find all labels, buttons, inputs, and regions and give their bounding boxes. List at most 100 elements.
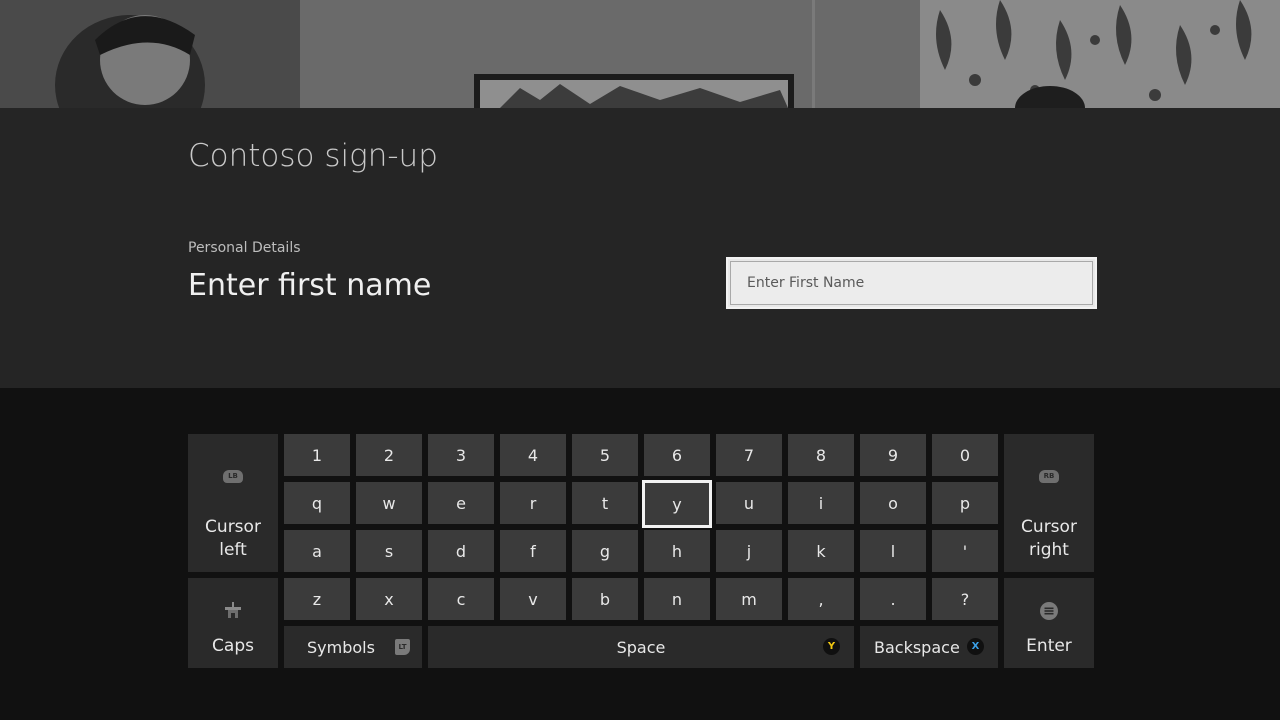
key-label: 6	[671, 445, 683, 465]
caps-arrow-icon	[188, 602, 278, 620]
symbols-key[interactable]: Symbols LT	[284, 626, 422, 668]
cursor-right-label-line1: Cursor	[1021, 517, 1077, 537]
key-label: '	[962, 541, 968, 561]
key-2-9[interactable]: o	[860, 482, 926, 524]
key-3-9[interactable]: l	[860, 530, 926, 572]
enter-key[interactable]: Enter	[1004, 578, 1094, 668]
enter-label: Enter	[1026, 636, 1072, 656]
lt-trigger-icon: LT	[395, 639, 410, 655]
backspace-key[interactable]: Backspace X	[860, 626, 998, 668]
key-2-8[interactable]: i	[788, 482, 854, 524]
key-label: 1	[311, 445, 323, 465]
key-label: i	[818, 493, 824, 513]
key-2-7[interactable]: u	[716, 482, 782, 524]
lb-bumper-icon: LB	[223, 469, 243, 483]
key-4-10[interactable]: ?	[932, 578, 998, 620]
key-label: v	[528, 589, 538, 609]
key-1-6[interactable]: 6	[644, 434, 710, 476]
key-label: l	[890, 541, 896, 561]
key-label: d	[455, 541, 467, 561]
key-4-4[interactable]: v	[500, 578, 566, 620]
cursor-left-label-line2: left	[219, 540, 247, 560]
first-name-input[interactable]	[730, 261, 1093, 305]
key-1-10[interactable]: 0	[932, 434, 998, 476]
key-1-2[interactable]: 2	[356, 434, 422, 476]
key-label: 9	[887, 445, 899, 465]
key-4-9[interactable]: .	[860, 578, 926, 620]
key-4-3[interactable]: c	[428, 578, 494, 620]
key-4-7[interactable]: m	[716, 578, 782, 620]
key-4-2[interactable]: x	[356, 578, 422, 620]
key-label: e	[456, 493, 466, 513]
key-3-10[interactable]: '	[932, 530, 998, 572]
space-key[interactable]: Space Y	[428, 626, 854, 668]
key-2-1[interactable]: q	[284, 482, 350, 524]
key-2-4[interactable]: r	[500, 482, 566, 524]
key-3-7[interactable]: j	[716, 530, 782, 572]
key-label: p	[959, 493, 971, 513]
form-panel: Contoso sign-up Personal Details Enter f…	[0, 108, 1280, 388]
key-3-1[interactable]: a	[284, 530, 350, 572]
key-3-5[interactable]: g	[572, 530, 638, 572]
rb-bumper-icon: RB	[1039, 469, 1059, 483]
key-3-4[interactable]: f	[500, 530, 566, 572]
caps-key[interactable]: Caps	[188, 578, 278, 668]
key-3-3[interactable]: d	[428, 530, 494, 572]
key-1-4[interactable]: 4	[500, 434, 566, 476]
key-label: g	[599, 541, 611, 561]
caps-label: Caps	[212, 636, 254, 656]
section-label: Personal Details	[188, 240, 301, 256]
menu-button-icon	[1004, 602, 1094, 620]
key-label: .	[890, 589, 896, 609]
key-label: c	[456, 589, 466, 609]
key-label: 3	[455, 445, 467, 465]
key-1-3[interactable]: 3	[428, 434, 494, 476]
key-label: x	[384, 589, 394, 609]
first-name-field-frame	[726, 257, 1097, 309]
key-label: ?	[960, 589, 970, 609]
key-label: q	[311, 493, 323, 513]
key-label: u	[743, 493, 755, 513]
key-label: b	[599, 589, 611, 609]
key-label: a	[312, 541, 322, 561]
cursor-right-key[interactable]: RB Cursor right	[1004, 434, 1094, 572]
key-1-7[interactable]: 7	[716, 434, 782, 476]
key-label: y	[672, 494, 682, 514]
y-button-icon: Y	[823, 638, 840, 655]
backspace-label: Backspace	[874, 637, 960, 657]
key-2-3[interactable]: e	[428, 482, 494, 524]
key-label: k	[816, 541, 826, 561]
key-3-6[interactable]: h	[644, 530, 710, 572]
key-4-8[interactable]: ,	[788, 578, 854, 620]
key-1-9[interactable]: 9	[860, 434, 926, 476]
key-3-2[interactable]: s	[356, 530, 422, 572]
key-2-2[interactable]: w	[356, 482, 422, 524]
key-2-6[interactable]: y	[642, 480, 712, 528]
key-2-10[interactable]: p	[932, 482, 998, 524]
key-label: z	[312, 589, 322, 609]
key-label: 4	[527, 445, 539, 465]
key-1-8[interactable]: 8	[788, 434, 854, 476]
cursor-left-key[interactable]: LB Cursor left	[188, 434, 278, 572]
key-2-5[interactable]: t	[572, 482, 638, 524]
key-label: 7	[743, 445, 755, 465]
key-4-6[interactable]: n	[644, 578, 710, 620]
key-1-1[interactable]: 1	[284, 434, 350, 476]
key-1-5[interactable]: 5	[572, 434, 638, 476]
space-label: Space	[616, 637, 666, 657]
prompt-heading: Enter first name	[188, 268, 432, 303]
symbols-label: Symbols	[307, 637, 375, 657]
key-4-1[interactable]: z	[284, 578, 350, 620]
key-label: o	[888, 493, 898, 513]
key-label: 0	[959, 445, 971, 465]
cursor-right-label-line2: right	[1029, 540, 1069, 560]
key-label: 8	[815, 445, 827, 465]
key-3-8[interactable]: k	[788, 530, 854, 572]
key-4-5[interactable]: b	[572, 578, 638, 620]
key-label: m	[741, 589, 757, 609]
key-label: w	[382, 493, 396, 513]
cursor-left-label-line1: Cursor	[205, 517, 261, 537]
key-label: t	[601, 493, 609, 513]
key-label: h	[671, 541, 683, 561]
key-label: j	[746, 541, 752, 561]
